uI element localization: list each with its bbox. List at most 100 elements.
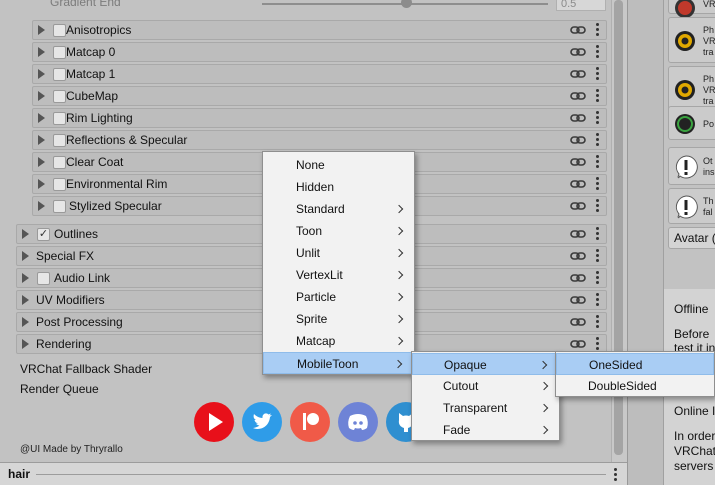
link-icon[interactable] bbox=[570, 156, 586, 168]
youtube-icon[interactable] bbox=[194, 402, 234, 442]
section-header[interactable]: CubeMap bbox=[32, 86, 607, 106]
section-label: Post Processing bbox=[36, 315, 123, 329]
section-checkbox[interactable] bbox=[53, 178, 66, 191]
section-menu-icon[interactable] bbox=[596, 315, 600, 329]
foldout-arrow-icon[interactable] bbox=[22, 295, 29, 305]
section-checkbox[interactable] bbox=[53, 46, 66, 59]
menu-item-label: Particle bbox=[296, 290, 337, 304]
link-icon[interactable] bbox=[570, 338, 586, 350]
menu-item[interactable]: Particle bbox=[263, 286, 414, 308]
foldout-arrow-icon[interactable] bbox=[22, 339, 29, 349]
section-header[interactable]: Matcap 1 bbox=[32, 64, 607, 84]
link-icon[interactable] bbox=[570, 46, 586, 58]
section-menu-icon[interactable] bbox=[596, 89, 600, 103]
menu-item-label: VertexLit bbox=[296, 268, 343, 282]
preview-divider[interactable] bbox=[36, 474, 606, 475]
menu-item[interactable]: Unlit bbox=[263, 242, 414, 264]
link-icon[interactable] bbox=[570, 316, 586, 328]
section-checkbox[interactable] bbox=[37, 272, 50, 285]
section-checkbox[interactable] bbox=[53, 68, 66, 81]
section-label: Audio Link bbox=[54, 271, 111, 285]
submenu-arrow-icon bbox=[538, 360, 548, 370]
menu-item-label: Sprite bbox=[296, 312, 328, 326]
section-header[interactable]: Reflections & Specular bbox=[32, 130, 607, 150]
section-menu-icon[interactable] bbox=[596, 45, 600, 59]
section-menu-icon[interactable] bbox=[596, 271, 600, 285]
link-icon[interactable] bbox=[570, 134, 586, 146]
section-label: Rendering bbox=[36, 337, 92, 351]
gradient-end-slider-thumb[interactable] bbox=[401, 0, 412, 8]
section-checkbox[interactable] bbox=[53, 200, 66, 213]
menu-item[interactable]: Matcap bbox=[263, 330, 414, 352]
section-menu-icon[interactable] bbox=[596, 111, 600, 125]
foldout-arrow-icon[interactable] bbox=[38, 157, 45, 167]
link-icon[interactable] bbox=[570, 178, 586, 190]
section-menu-icon[interactable] bbox=[596, 293, 600, 307]
foldout-arrow-icon[interactable] bbox=[22, 317, 29, 327]
link-icon[interactable] bbox=[570, 200, 586, 212]
section-menu-icon[interactable] bbox=[596, 67, 600, 81]
section-checkbox[interactable] bbox=[53, 90, 66, 103]
gradient-end-value-field[interactable]: 0.5 bbox=[556, 0, 606, 11]
menu-item[interactable]: DoubleSided bbox=[556, 375, 714, 397]
menu-item[interactable]: None bbox=[263, 154, 414, 176]
foldout-arrow-icon[interactable] bbox=[38, 113, 45, 123]
link-icon[interactable] bbox=[570, 112, 586, 124]
section-menu-icon[interactable] bbox=[596, 133, 600, 147]
link-icon[interactable] bbox=[570, 228, 586, 240]
section-checkbox[interactable] bbox=[53, 24, 66, 37]
validation-text: fal bbox=[703, 207, 713, 217]
menu-item[interactable]: Hidden bbox=[263, 176, 414, 198]
link-icon[interactable] bbox=[570, 24, 586, 36]
foldout-arrow-icon[interactable] bbox=[22, 273, 29, 283]
section-checkbox[interactable] bbox=[53, 112, 66, 125]
validation-text: tra bbox=[703, 46, 714, 57]
section-checkbox[interactable]: ✓ bbox=[37, 228, 50, 241]
section-menu-icon[interactable] bbox=[596, 177, 600, 191]
menu-item[interactable]: VertexLit bbox=[263, 264, 414, 286]
discord-icon[interactable] bbox=[338, 402, 378, 442]
foldout-arrow-icon[interactable] bbox=[38, 47, 45, 57]
avatar-button[interactable]: Avatar ( bbox=[668, 227, 715, 249]
section-header[interactable]: Anisotropics bbox=[32, 20, 607, 40]
foldout-arrow-icon[interactable] bbox=[38, 69, 45, 79]
section-menu-icon[interactable] bbox=[596, 23, 600, 37]
preview-menu-icon[interactable] bbox=[614, 468, 617, 483]
section-checkbox[interactable] bbox=[53, 156, 66, 169]
link-icon[interactable] bbox=[570, 90, 586, 102]
section-header[interactable]: Matcap 0 bbox=[32, 42, 607, 62]
menu-item[interactable]: Cutout bbox=[412, 375, 559, 397]
menu-item[interactable]: Sprite bbox=[263, 308, 414, 330]
section-menu-icon[interactable] bbox=[596, 249, 600, 263]
foldout-arrow-icon[interactable] bbox=[38, 91, 45, 101]
menu-item[interactable]: Standard bbox=[263, 198, 414, 220]
menu-item[interactable]: Fade bbox=[412, 419, 559, 441]
patreon-icon[interactable] bbox=[290, 402, 330, 442]
link-icon[interactable] bbox=[570, 68, 586, 80]
section-menu-icon[interactable] bbox=[596, 337, 600, 351]
section-label: UV Modifiers bbox=[36, 293, 105, 307]
menu-item[interactable]: Transparent bbox=[412, 397, 559, 419]
foldout-arrow-icon[interactable] bbox=[22, 229, 29, 239]
foldout-arrow-icon[interactable] bbox=[22, 251, 29, 261]
section-checkbox[interactable] bbox=[53, 134, 66, 147]
menu-item[interactable]: OneSided bbox=[556, 353, 714, 375]
foldout-arrow-icon[interactable] bbox=[38, 25, 45, 35]
section-menu-icon[interactable] bbox=[596, 227, 600, 241]
foldout-arrow-icon[interactable] bbox=[38, 201, 45, 211]
link-icon[interactable] bbox=[570, 294, 586, 306]
section-header[interactable]: Rim Lighting bbox=[32, 108, 607, 128]
menu-item[interactable]: Opaque bbox=[412, 353, 559, 375]
link-icon[interactable] bbox=[570, 272, 586, 284]
menu-item[interactable]: MobileToon bbox=[263, 352, 414, 374]
foldout-arrow-icon[interactable] bbox=[38, 135, 45, 145]
section-menu-icon[interactable] bbox=[596, 199, 600, 213]
menu-item[interactable]: Toon bbox=[263, 220, 414, 242]
menu-item-label: Toon bbox=[296, 224, 323, 238]
link-icon[interactable] bbox=[570, 250, 586, 262]
warning-circle-icon bbox=[675, 80, 695, 100]
twitter-icon[interactable] bbox=[242, 402, 282, 442]
foldout-arrow-icon[interactable] bbox=[38, 179, 45, 189]
section-menu-icon[interactable] bbox=[596, 155, 600, 169]
validation-text: Po bbox=[703, 118, 715, 129]
